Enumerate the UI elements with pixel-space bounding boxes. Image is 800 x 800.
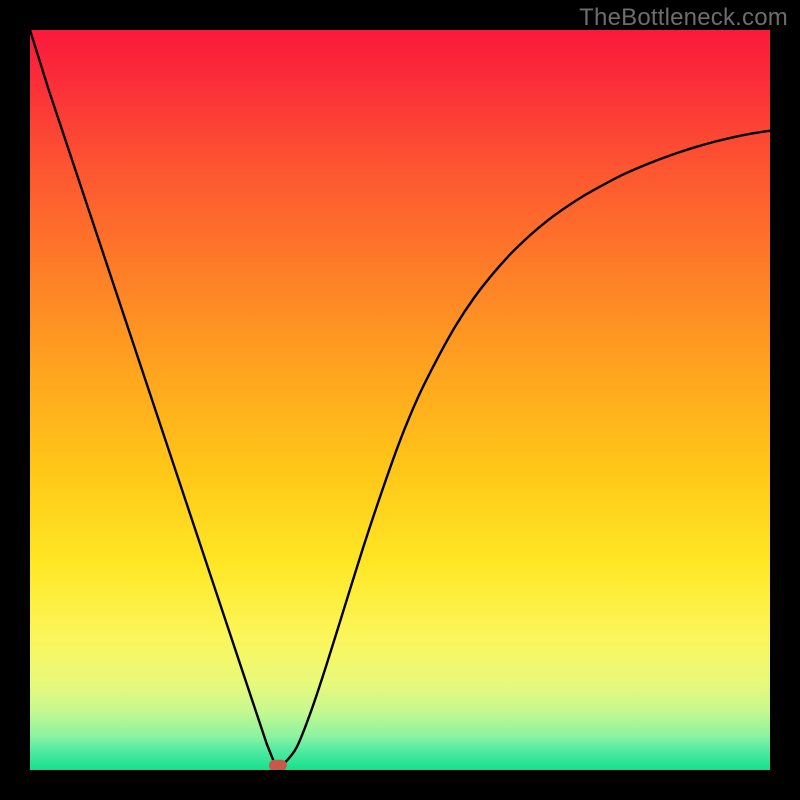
plot-area xyxy=(30,30,770,770)
watermark-text: TheBottleneck.com xyxy=(579,4,788,32)
gradient-background xyxy=(30,30,770,770)
min-marker xyxy=(269,760,287,770)
chart-frame: TheBottleneck.com xyxy=(0,0,800,800)
bottleneck-chart xyxy=(30,30,770,770)
